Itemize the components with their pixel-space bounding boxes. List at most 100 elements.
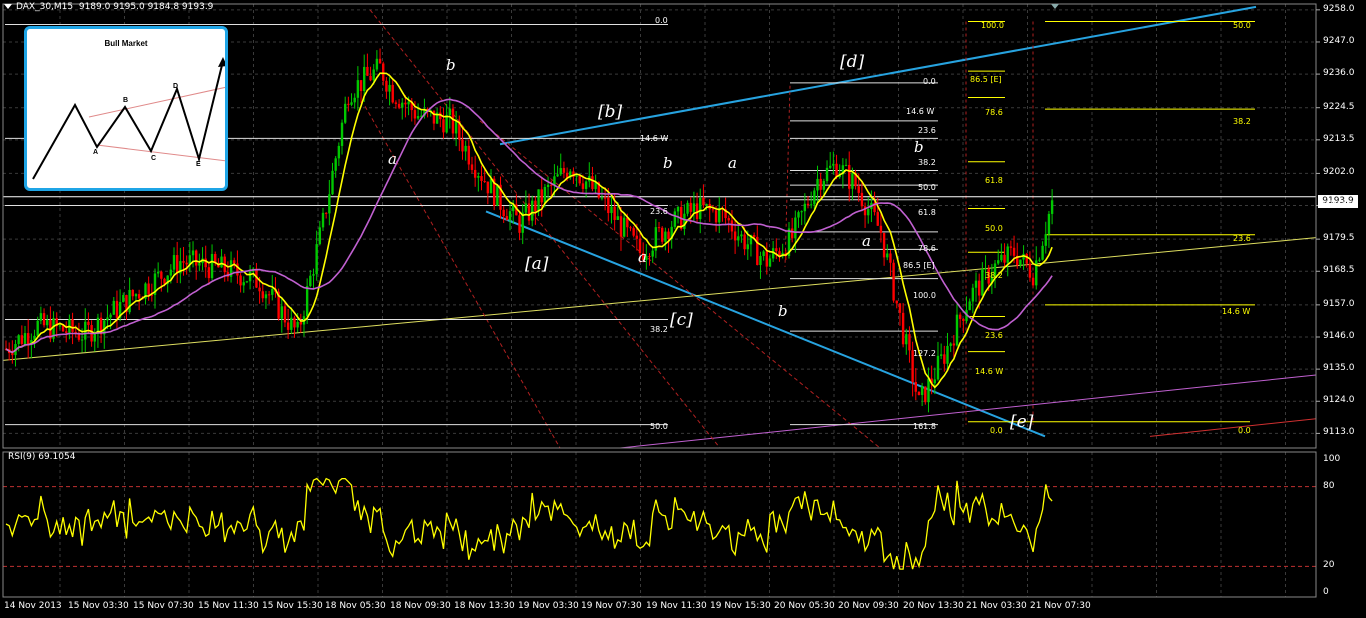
candle-body	[280, 306, 283, 319]
rsi-panel-frame	[2, 451, 1317, 598]
inset-label-d: D	[173, 83, 179, 90]
candle-body	[290, 317, 293, 330]
candle-body	[974, 280, 978, 288]
fib-label: 23.6	[918, 126, 936, 135]
wave-label: a	[862, 232, 871, 250]
candle-body	[1038, 259, 1041, 261]
candle-body	[648, 256, 651, 258]
candle-body	[442, 119, 445, 133]
candle-body	[816, 178, 819, 191]
candle-body	[467, 145, 471, 165]
candle-body	[714, 210, 718, 223]
candle-body	[112, 300, 115, 315]
candle-body	[87, 321, 90, 326]
candle-body	[131, 289, 134, 297]
y-tick-label: 9168.5	[1323, 265, 1355, 276]
fib-label: 78.6	[985, 108, 1003, 117]
y-tick-label: 9157.0	[1323, 298, 1355, 309]
candle-body	[122, 295, 125, 303]
candle-body	[759, 255, 762, 266]
candle-body	[356, 80, 360, 98]
x-tick-label: 15 Nov 11:30	[198, 601, 259, 611]
candle-body	[508, 211, 512, 221]
candle-body	[315, 244, 318, 275]
candle-body	[667, 231, 670, 240]
candle-body	[835, 163, 838, 178]
candle-body	[347, 103, 350, 105]
fib-label: 50.0	[650, 422, 668, 431]
candle-body	[343, 103, 347, 123]
shift-marker-icon[interactable]	[1051, 4, 1059, 9]
candle-body	[819, 178, 822, 190]
candle-body	[581, 183, 585, 189]
candle-body	[867, 209, 870, 216]
wave-label: b	[663, 154, 673, 172]
candle-body	[540, 189, 543, 203]
fib-label: 0.0	[923, 77, 936, 86]
candle-body	[546, 184, 550, 188]
candle-body	[775, 248, 778, 252]
candle-body	[375, 58, 379, 70]
x-tick-label: 20 Nov 05:30	[774, 601, 835, 611]
candle-body	[762, 251, 765, 256]
candle-body	[686, 202, 689, 214]
candle-body	[182, 261, 185, 263]
candle-body	[388, 84, 391, 92]
candle-body	[882, 232, 886, 258]
candle-body	[195, 250, 198, 266]
candle-body	[933, 379, 937, 384]
candle-body	[318, 227, 322, 245]
candle-body	[813, 190, 816, 205]
fib-label: 23.6	[650, 207, 668, 216]
candle-body	[42, 313, 46, 326]
candle-body	[825, 167, 829, 181]
candle-body	[1025, 253, 1028, 264]
candle-body	[892, 262, 895, 301]
candle-body	[397, 103, 401, 108]
candle-body	[901, 312, 905, 345]
candle-body	[553, 176, 556, 185]
candle-body	[559, 168, 562, 175]
candle-body	[286, 322, 290, 330]
candle-body	[984, 268, 987, 270]
candle-body	[324, 212, 328, 214]
candle-body	[207, 267, 211, 279]
candle-body	[1009, 246, 1013, 248]
candle-body	[584, 181, 588, 189]
candle-body	[264, 294, 268, 299]
candle-body	[790, 228, 794, 239]
candle-body	[733, 231, 737, 241]
candle-body	[660, 227, 664, 242]
candle-body	[800, 211, 803, 213]
candle-body	[175, 255, 179, 274]
fib-label: 14.6 W	[975, 367, 1004, 376]
fib-label: 61.8	[918, 208, 936, 217]
candle-body	[413, 110, 417, 119]
dropdown-icon[interactable]	[4, 4, 12, 9]
candle-body	[920, 386, 924, 395]
candle-body	[109, 314, 112, 318]
x-tick-label: 21 Nov 03:30	[966, 601, 1027, 611]
candle-body	[534, 200, 537, 212]
ohlc-values: 9189.0 9195.0 9184.8 9193.9	[78, 2, 214, 12]
x-tick-label: 18 Nov 13:30	[454, 601, 515, 611]
candle-body	[876, 212, 879, 226]
candle-body	[600, 197, 604, 199]
candle-body	[261, 291, 264, 299]
candle-body	[160, 271, 163, 279]
candle-body	[768, 258, 772, 267]
y-tick-label: 9236.0	[1323, 68, 1355, 79]
x-tick-label: 19 Nov 07:30	[581, 601, 642, 611]
lower-purple-trendline	[619, 374, 1317, 449]
candle-body	[128, 289, 131, 313]
candle-body	[198, 263, 201, 266]
candle-body	[898, 303, 902, 313]
candle-body	[156, 271, 160, 274]
candle-body	[1006, 246, 1009, 263]
fib-label: 100.0	[913, 291, 936, 300]
fib-label: 86.5 [E]	[970, 75, 1002, 84]
candle-body	[927, 378, 930, 403]
candle-body	[163, 278, 166, 284]
candle-body	[309, 275, 312, 287]
candle-body	[550, 184, 553, 186]
